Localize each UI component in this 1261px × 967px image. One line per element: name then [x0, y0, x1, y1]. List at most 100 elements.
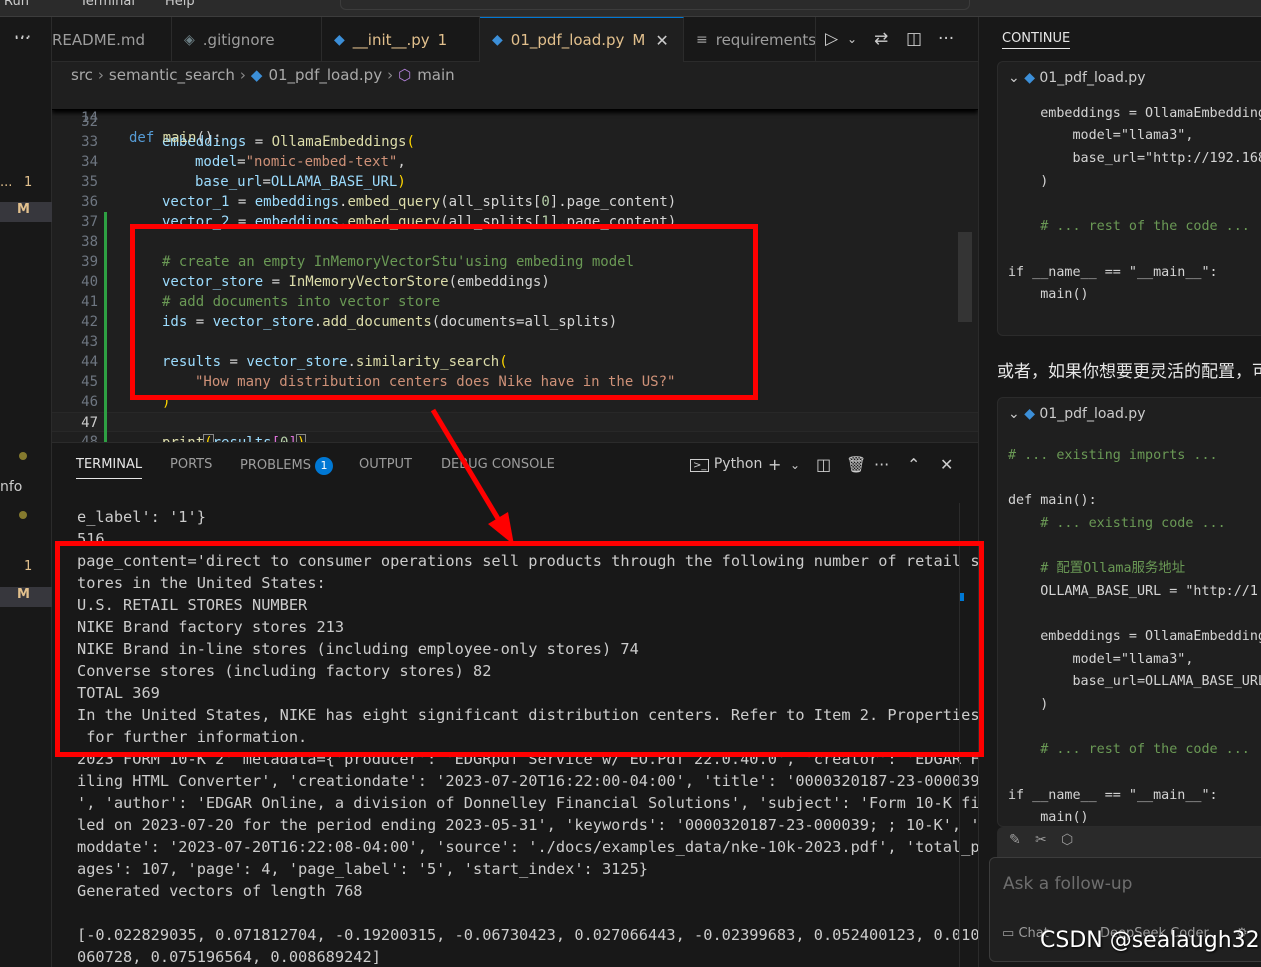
- tab-gitignore[interactable]: ◈ .gitignore: [172, 17, 322, 62]
- line-number: 41: [81, 294, 98, 310]
- code-line: # ... existing imports ...: [1008, 448, 1218, 463]
- problems-count-badge: 1: [314, 457, 333, 475]
- menu-help[interactable]: Help: [165, 0, 195, 9]
- python-file-icon: ◆: [492, 32, 503, 48]
- python-file-icon: ◆: [1024, 406, 1035, 422]
- code-line: def main():: [1008, 493, 1097, 508]
- breadcrumb-file[interactable]: 01_pdf_load.py: [268, 66, 382, 84]
- line-number: 47: [81, 415, 98, 431]
- code-line: embeddings = OllamaEmbeddings(: [1008, 629, 1261, 644]
- code-block-1[interactable]: ⌄ ◆ 01_pdf_load.py embeddings = OllamaEm…: [997, 61, 1261, 336]
- explorer-item-count: 1: [24, 559, 33, 574]
- git-status-badge: M: [17, 202, 30, 217]
- trash-icon[interactable]: 🗑: [846, 455, 866, 474]
- code-block-2[interactable]: ⌄ ◆ 01_pdf_load.py # ... existing import…: [997, 397, 1261, 827]
- explorer-item-label: ...: [0, 175, 13, 190]
- explorer-item-selected[interactable]: M: [0, 587, 52, 607]
- terminal-line: iling HTML Converter', 'creationdate': '…: [77, 772, 980, 790]
- chevron-down-icon: ⌄: [1008, 406, 1020, 422]
- explorer-item[interactable]: ... 1: [0, 175, 52, 195]
- more-actions-icon[interactable]: ···: [938, 29, 954, 49]
- chat-message-text: 或者，如果你想要更灵活的配置，可: [997, 362, 1261, 382]
- terminal-shell-selector[interactable]: >_ Python: [690, 456, 762, 472]
- terminal-line: [-0.022829035, 0.071812704, -0.19200315,…: [77, 926, 980, 944]
- code-line: # ... rest of the code ...: [1008, 742, 1250, 757]
- code-block-header[interactable]: ⌄ ◆ 01_pdf_load.py: [1008, 406, 1145, 422]
- tab-01-pdf-load[interactable]: ◆ 01_pdf_load.py M ✕: [480, 17, 684, 62]
- terminal-line: e_label': '1'}: [77, 508, 206, 526]
- line-number: 46: [81, 394, 98, 410]
- code-block-toolbar: ✎ ✂ ⬡: [997, 827, 1261, 857]
- modified-dot-icon: [19, 511, 27, 519]
- command-center[interactable]: [340, 0, 970, 10]
- tab-init-py[interactable]: ◆ __init__.py 1: [322, 17, 480, 62]
- highlight-box-code: [130, 224, 758, 400]
- chat-bubble-icon: ▭: [1002, 926, 1015, 941]
- split-terminal-icon[interactable]: ◫: [816, 455, 831, 474]
- function-name: main: [162, 130, 197, 146]
- menu-run[interactable]: Run: [4, 0, 29, 9]
- chevron-down-icon: ⌄: [1008, 70, 1020, 86]
- terminal-line: Generated vectors of length 768: [77, 882, 363, 900]
- chevron-down-icon[interactable]: ⌄: [790, 458, 800, 472]
- tab-terminal[interactable]: TERMINAL: [76, 457, 143, 479]
- tab-ports[interactable]: PORTS: [170, 457, 212, 472]
- code-block-file: 01_pdf_load.py: [1039, 406, 1146, 422]
- editor-scrollbar[interactable]: [958, 232, 972, 322]
- breadcrumb-folder[interactable]: semantic_search: [109, 66, 235, 84]
- line-number: 45: [81, 374, 98, 390]
- chat-panel: CONTINUE ⌄ ◆ 01_pdf_load.py embeddings =…: [978, 17, 1261, 967]
- terminal-line: ages': 107, 'page': 4, 'page_label': '5'…: [77, 860, 648, 878]
- git-added-gutter: [104, 212, 107, 442]
- edit-icon[interactable]: ✎: [1009, 832, 1021, 848]
- chevron-down-icon[interactable]: ⌄: [847, 32, 857, 46]
- run-icon[interactable]: ▷: [825, 29, 838, 49]
- code-line: ): [1008, 174, 1049, 189]
- tab-label: README.md: [52, 30, 146, 49]
- tab-requirements[interactable]: ≡ requirements: [684, 17, 816, 62]
- tab-problems[interactable]: PROBLEMS 1: [240, 457, 333, 475]
- compare-changes-icon[interactable]: ⇄: [874, 29, 888, 49]
- line-number: 48: [81, 434, 98, 442]
- explorer-item[interactable]: 1: [0, 559, 52, 579]
- tab-readme[interactable]: README.md: [52, 17, 172, 62]
- tab-debug-console[interactable]: DEBUG CONSOLE: [441, 457, 555, 472]
- code-block-header[interactable]: ⌄ ◆ 01_pdf_load.py: [1008, 70, 1145, 86]
- list-icon: ≡: [696, 31, 708, 48]
- code-line: if __name__ == "__main__":: [1008, 788, 1218, 803]
- cube-icon[interactable]: ⬡: [1061, 832, 1073, 848]
- close-panel-icon[interactable]: ✕: [940, 455, 953, 474]
- method-icon: ⬡: [398, 66, 412, 84]
- sticky-scroll-header[interactable]: 14 def main():: [52, 88, 978, 146]
- more-actions-icon[interactable]: ···: [874, 455, 889, 474]
- menu-terminal[interactable]: Terminal: [80, 0, 135, 9]
- tab-output[interactable]: OUTPUT: [359, 457, 412, 472]
- highlight-box-output: [55, 541, 984, 757]
- more-icon[interactable]: ···: [14, 29, 30, 49]
- add-terminal-icon[interactable]: +: [768, 455, 781, 474]
- tools-icon[interactable]: ✂: [1035, 832, 1047, 848]
- explorer-item-count: 1: [24, 175, 33, 190]
- line-number: 39: [81, 254, 98, 270]
- chevron-right-icon: ›: [387, 66, 394, 84]
- explorer-item-info[interactable]: nfo: [0, 479, 22, 495]
- maximize-panel-icon[interactable]: ⌃: [907, 455, 920, 474]
- breadcrumb-src[interactable]: src: [71, 66, 93, 84]
- close-icon[interactable]: ✕: [655, 31, 668, 50]
- terminal-line: ', 'author': 'EDGAR Online, a division o…: [77, 794, 980, 812]
- split-editor-icon[interactable]: ◫: [906, 29, 922, 49]
- panel-header: TERMINAL PORTS PROBLEMS 1 OUTPUT DEBUG CO…: [52, 443, 978, 487]
- modified-dot-icon: [19, 452, 27, 460]
- watermark: CSDN @sealaugh32: [1040, 928, 1260, 953]
- terminal-line: 060728, 0.075196564, 0.008689242]: [77, 948, 381, 966]
- breadcrumb-symbol[interactable]: main: [417, 66, 454, 84]
- chat-title: CONTINUE: [1002, 31, 1071, 49]
- python-file-icon: ◆: [1024, 70, 1035, 86]
- terminal-line: moddate': '2023-07-20T16:22:08-04:00', '…: [77, 838, 980, 856]
- editor-tab-bar: ··· README.md ◈ .gitignore ◆ __init__.py…: [14, 17, 978, 62]
- gitignore-icon: ◈: [184, 31, 195, 48]
- explorer-item-selected[interactable]: M: [0, 202, 52, 222]
- code-line: # ... rest of the code ...: [1008, 219, 1250, 234]
- chevron-right-icon: ›: [239, 66, 246, 84]
- code-line: base_url="http://192.168: [1008, 151, 1261, 166]
